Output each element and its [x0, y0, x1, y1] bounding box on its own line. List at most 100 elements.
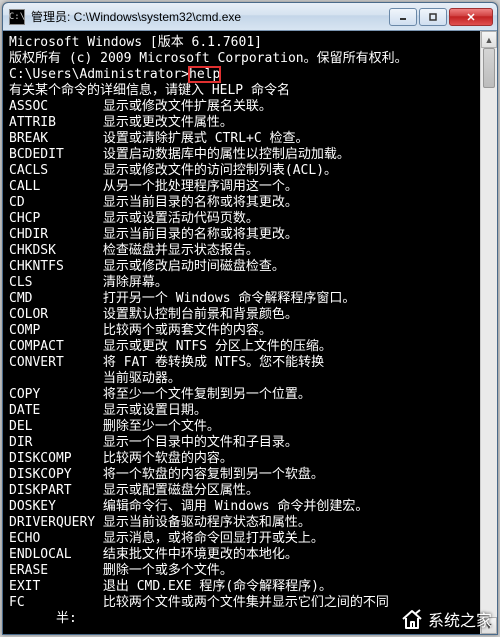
help-row: CALL从另一个批处理程序调用这一个。: [9, 179, 495, 195]
scroll-track[interactable]: [481, 48, 497, 617]
command-desc: 显示或修改启动时间磁盘检查。: [103, 259, 285, 274]
help-row: CHKNTFS显示或修改启动时间磁盘检查。: [9, 259, 495, 275]
command-name: DISKCOMP: [9, 451, 103, 467]
help-row: DRIVERQUERY显示当前设备驱动程序状态和属性。: [9, 515, 495, 531]
terminal-line: 版权所有 (c) 2009 Microsoft Corporation。保留所有…: [9, 51, 495, 67]
command-name: ERASE: [9, 563, 103, 579]
command-desc: 显示或修改文件的访问控制列表(ACL)。: [103, 163, 337, 178]
command-desc: 显示当前目录的名称或将其更改。: [103, 227, 298, 242]
command-desc: 删除至少一个文件。: [103, 419, 220, 434]
command-desc: 结束批文件中环境更改的本地化。: [103, 547, 298, 562]
help-row: DISKCOMP比较两个软盘的内容。: [9, 451, 495, 467]
command-name: CHDIR: [9, 227, 103, 243]
command-name: BREAK: [9, 131, 103, 147]
scroll-up-button[interactable]: ▲: [481, 31, 497, 48]
command-desc: 删除一个或多个文件。: [103, 563, 233, 578]
help-row: CONVERT将 FAT 卷转换成 NTFS。您不能转换: [9, 355, 495, 371]
vertical-scrollbar[interactable]: ▲ ▼: [480, 31, 497, 634]
command-name: ECHO: [9, 531, 103, 547]
help-row: DISKPART显示或配置磁盘分区属性。: [9, 483, 495, 499]
command-name: BCDEDIT: [9, 147, 103, 163]
help-row: COMPACT显示或更改 NTFS 分区上文件的压缩。: [9, 339, 495, 355]
help-row: ECHO显示消息，或将命令回显打开或关上。: [9, 531, 495, 547]
command-name: CHKNTFS: [9, 259, 103, 275]
command-name: CHKDSK: [9, 243, 103, 259]
command-input: help: [189, 67, 220, 82]
command-name: ASSOC: [9, 99, 103, 115]
help-row: CHKDSK检查磁盘并显示状态报告。: [9, 243, 495, 259]
help-row: DIR显示一个目录中的文件和子目录。: [9, 435, 495, 451]
help-row: CLS清除屏幕。: [9, 275, 495, 291]
help-row: DISKCOPY将一个软盘的内容复制到另一个软盘。: [9, 467, 495, 483]
command-desc: 设置启动数据库中的属性以控制启动加载。: [103, 147, 350, 162]
scroll-thumb[interactable]: [483, 48, 495, 88]
command-desc: 比较两个文件或两个文件集并显示它们之间的不同: [103, 595, 389, 610]
cmd-window: C:\ 管理员: C:\Windows\system32\cmd.exe Mic…: [2, 2, 498, 635]
command-name: CMD: [9, 291, 103, 307]
command-name: ATTRIB: [9, 115, 103, 131]
command-desc: 显示或配置磁盘分区属性。: [103, 483, 259, 498]
terminal-output[interactable]: Microsoft Windows [版本 6.1.7601]版权所有 (c) …: [3, 31, 497, 634]
command-desc: 清除屏幕。: [103, 275, 168, 290]
command-desc: 显示或设置日期。: [103, 403, 207, 418]
command-desc: 设置默认控制台前景和背景颜色。: [103, 307, 298, 322]
command-desc: 显示当前设备驱动程序状态和属性。: [103, 515, 311, 530]
help-row: COMP比较两个或两套文件的内容。: [9, 323, 495, 339]
help-row: EXIT退出 CMD.EXE 程序(命令解释程序)。: [9, 579, 495, 595]
command-name: CONVERT: [9, 355, 103, 371]
command-desc: 显示一个目录中的文件和子目录。: [103, 435, 298, 450]
titlebar[interactable]: C:\ 管理员: C:\Windows\system32\cmd.exe: [3, 3, 497, 31]
window-title: 管理员: C:\Windows\system32\cmd.exe: [31, 8, 387, 25]
command-desc: 将一个软盘的内容复制到另一个软盘。: [103, 467, 324, 482]
command-desc: 从另一个批处理程序调用这一个。: [103, 179, 298, 194]
command-desc: 显示或设置活动代码页数。: [103, 211, 259, 226]
watermark-text: 系统之家: [428, 607, 492, 631]
command-name: DISKCOPY: [9, 467, 103, 483]
help-row: BCDEDIT设置启动数据库中的属性以控制启动加载。: [9, 147, 495, 163]
command-desc: 显示或更改文件属性。: [103, 115, 233, 130]
command-name: CACLS: [9, 163, 103, 179]
command-desc: 当前驱动器。: [103, 371, 181, 386]
window-buttons: [387, 8, 493, 26]
command-name: CLS: [9, 275, 103, 291]
help-row: CHDIR显示当前目录的名称或将其更改。: [9, 227, 495, 243]
help-row: ASSOC显示或修改文件扩展名关联。: [9, 99, 495, 115]
help-row: CACLS显示或修改文件的访问控制列表(ACL)。: [9, 163, 495, 179]
app-icon: C:\: [9, 9, 25, 25]
help-row: DOSKEY编辑命令行、调用 Windows 命令并创建宏。: [9, 499, 495, 515]
command-name: COLOR: [9, 307, 103, 323]
command-name: CHCP: [9, 211, 103, 227]
help-row: ERASE删除一个或多个文件。: [9, 563, 495, 579]
command-name: FC: [9, 595, 103, 611]
prompt-line: C:\Users\Administrator>help: [9, 67, 495, 83]
command-name: DATE: [9, 403, 103, 419]
help-row: ATTRIB显示或更改文件属性。: [9, 115, 495, 131]
command-desc: 显示当前目录的名称或将其更改。: [103, 195, 298, 210]
house-icon: [400, 608, 424, 630]
help-row: COPY将至少一个文件复制到另一个位置。: [9, 387, 495, 403]
command-desc: 显示消息，或将命令回显打开或关上。: [103, 531, 324, 546]
command-desc: 退出 CMD.EXE 程序(命令解释程序)。: [103, 579, 332, 594]
maximize-button[interactable]: [419, 8, 447, 26]
command-desc: 显示或更改 NTFS 分区上文件的压缩。: [103, 339, 332, 354]
help-row: COLOR设置默认控制台前景和背景颜色。: [9, 307, 495, 323]
command-name: DOSKEY: [9, 499, 103, 515]
help-row: ENDLOCAL结束批文件中环境更改的本地化。: [9, 547, 495, 563]
close-button[interactable]: [449, 8, 493, 26]
command-name: EXIT: [9, 579, 103, 595]
help-row: DATE显示或设置日期。: [9, 403, 495, 419]
help-row: CMD打开另一个 Windows 命令解释程序窗口。: [9, 291, 495, 307]
watermark: 系统之家: [400, 607, 492, 631]
command-name: COMP: [9, 323, 103, 339]
help-row: DEL删除至少一个文件。: [9, 419, 495, 435]
command-name: CD: [9, 195, 103, 211]
command-name: DEL: [9, 419, 103, 435]
minimize-button[interactable]: [389, 8, 417, 26]
help-row: 当前驱动器。: [9, 371, 495, 387]
help-intro: 有关某个命令的详细信息，请键入 HELP 命令名: [9, 83, 495, 99]
command-name: COMPACT: [9, 339, 103, 355]
command-name: DRIVERQUERY: [9, 515, 103, 531]
command-name: CALL: [9, 179, 103, 195]
help-row: CHCP显示或设置活动代码页数。: [9, 211, 495, 227]
command-desc: 编辑命令行、调用 Windows 命令并创建宏。: [103, 499, 368, 514]
